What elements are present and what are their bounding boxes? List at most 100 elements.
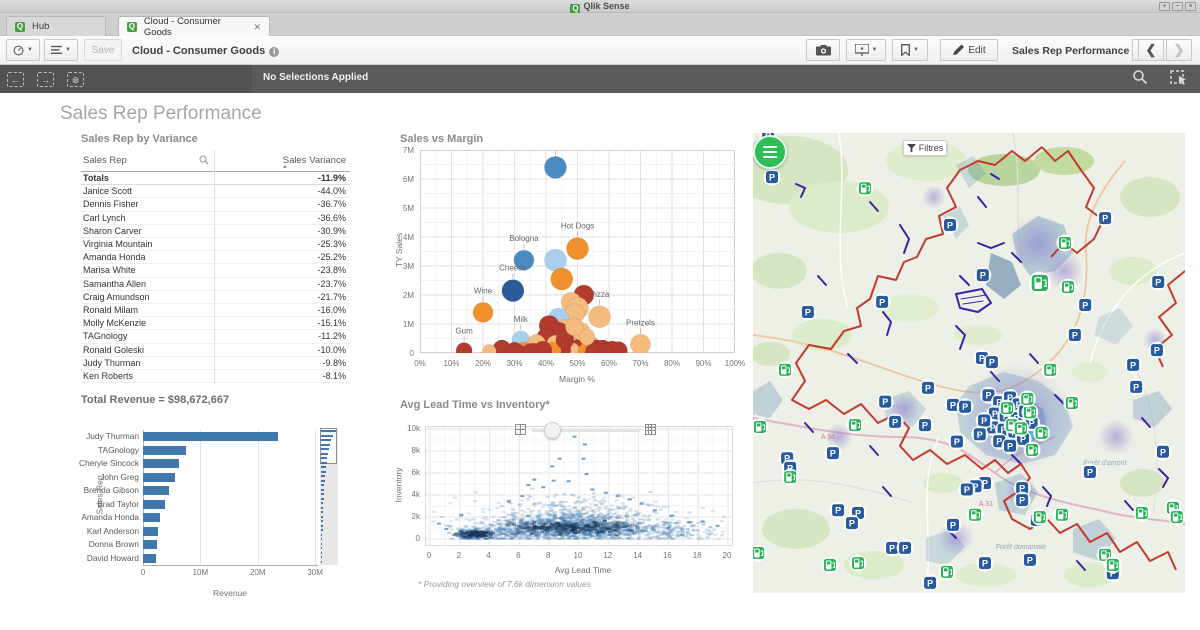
- parking-marker-icon[interactable]: P: [971, 426, 988, 443]
- ev-charger-marker-icon[interactable]: [967, 506, 984, 523]
- sales-rep-cell[interactable]: Totals: [83, 173, 109, 183]
- table-row[interactable]: Craig Amundson-21.7%: [81, 291, 350, 304]
- bar[interactable]: [143, 554, 156, 563]
- step-forward-icon[interactable]: →: [37, 72, 54, 87]
- bar-category-label[interactable]: Judy Thurman: [59, 430, 139, 444]
- parking-marker-icon[interactable]: P: [1128, 378, 1145, 395]
- parking-marker-icon[interactable]: P: [830, 502, 847, 519]
- map-panel[interactable]: A 38A 31Forêt d'amontForêt domaniale PPP…: [753, 133, 1185, 593]
- save-button[interactable]: Save: [84, 39, 122, 61]
- parking-marker-icon[interactable]: P: [1148, 342, 1165, 359]
- bar[interactable]: [143, 540, 157, 549]
- ev-charger-marker-icon[interactable]: [1019, 390, 1036, 407]
- sales-rep-cell[interactable]: Sharon Carver: [83, 226, 142, 236]
- parking-marker-icon[interactable]: P: [919, 379, 936, 396]
- table-row[interactable]: Dennis Fisher-36.7%: [81, 198, 350, 211]
- sales-rep-cell[interactable]: Dennis Fisher: [83, 199, 139, 209]
- scatter-bubble[interactable]: [567, 238, 589, 260]
- minimize-icon[interactable]: +: [1159, 2, 1170, 11]
- ev-charger-marker-icon[interactable]: [1104, 556, 1121, 573]
- bookmarks-button[interactable]: ▼: [892, 39, 928, 61]
- parking-marker-icon[interactable]: P: [877, 393, 894, 410]
- parking-marker-icon[interactable]: P: [1077, 297, 1094, 314]
- clear-selections-icon[interactable]: ⊗: [67, 72, 84, 87]
- table-row[interactable]: Marisa White-23.8%: [81, 264, 350, 277]
- ev-charger-marker-icon[interactable]: [1042, 361, 1059, 378]
- sales-rep-cell[interactable]: Janice Scott: [83, 186, 132, 196]
- parking-marker-icon[interactable]: P: [1021, 551, 1038, 568]
- table-row[interactable]: Totals-11.9%: [81, 172, 350, 185]
- parking-marker-icon[interactable]: P: [1066, 326, 1083, 343]
- bar[interactable]: [143, 500, 165, 509]
- bar-category-label[interactable]: David Howard: [59, 552, 139, 566]
- sales-rep-cell[interactable]: Ken Roberts: [83, 371, 133, 381]
- parking-marker-icon[interactable]: P: [1014, 492, 1031, 509]
- sales-vs-margin-chart[interactable]: Fresh VegetablesHot DogsBolognaCheeseWin…: [420, 150, 735, 353]
- sales-rep-cell[interactable]: Craig Amundson: [83, 292, 150, 302]
- parking-marker-icon[interactable]: P: [1097, 210, 1114, 227]
- parking-marker-icon[interactable]: P: [824, 445, 841, 462]
- table-row[interactable]: Molly McKenzie-15.1%: [81, 317, 350, 330]
- bar[interactable]: [143, 446, 186, 455]
- ev-charger-marker-icon[interactable]: [938, 563, 955, 580]
- ev-charger-marker-icon[interactable]: [753, 544, 767, 561]
- ev-charger-marker-icon[interactable]: [846, 417, 863, 434]
- bar-chart-minimap-scrollbar[interactable]: [320, 428, 338, 565]
- column-header-sales-variance[interactable]: Sales Variance: [283, 155, 346, 166]
- ev-charger-marker-icon[interactable]: [1028, 271, 1051, 294]
- table-row[interactable]: Virginia Mountain-25.3%: [81, 238, 350, 251]
- bar-category-label[interactable]: Cheryle Sincock: [59, 457, 139, 471]
- next-sheet-button[interactable]: ❯: [1166, 39, 1192, 61]
- map-menu-button[interactable]: [753, 135, 787, 169]
- parking-marker-icon[interactable]: P: [945, 516, 962, 533]
- sales-rep-cell[interactable]: Ronald Goleski: [83, 345, 144, 355]
- parking-marker-icon[interactable]: P: [1125, 356, 1142, 373]
- table-row[interactable]: Ken Roberts-8.1%: [81, 370, 350, 383]
- bar[interactable]: [143, 432, 278, 441]
- scatter-bubble[interactable]: [502, 280, 524, 302]
- parking-marker-icon[interactable]: P: [843, 515, 860, 532]
- sales-rep-cell[interactable]: Molly McKenzie: [83, 318, 146, 328]
- table-row[interactable]: Carl Lynch-36.6%: [81, 212, 350, 225]
- sales-rep-cell[interactable]: Carl Lynch: [83, 213, 126, 223]
- table-row[interactable]: Judy Thurman-9.8%: [81, 357, 350, 370]
- compression-fine-icon[interactable]: [645, 424, 656, 435]
- ev-charger-marker-icon[interactable]: [1012, 420, 1029, 437]
- prev-sheet-button[interactable]: ❮: [1138, 39, 1164, 61]
- scatter-bubble[interactable]: [551, 268, 573, 290]
- ev-charger-marker-icon[interactable]: [782, 469, 799, 486]
- bar-category-label[interactable]: Karl Anderson: [59, 525, 139, 539]
- scatter-bubble[interactable]: [589, 306, 611, 328]
- table-row[interactable]: Amanda Honda-25.2%: [81, 251, 350, 264]
- tab-app[interactable]: Q Cloud - Consumer Goods ✕: [118, 16, 270, 37]
- search-icon[interactable]: [199, 155, 209, 165]
- scatter-bubble[interactable]: [473, 302, 493, 322]
- ev-charger-marker-icon[interactable]: [1031, 509, 1048, 526]
- ev-charger-marker-icon[interactable]: [1059, 279, 1076, 296]
- table-row[interactable]: Ronald Milam-16.0%: [81, 304, 350, 317]
- bar-category-label[interactable]: Donna Brown: [59, 538, 139, 552]
- selections-tool-icon[interactable]: [1170, 69, 1188, 85]
- map-filter-button[interactable]: Filtres: [903, 140, 947, 156]
- edit-button[interactable]: Edit: [940, 39, 998, 61]
- parking-marker-icon[interactable]: P: [957, 398, 974, 415]
- scatter-bubble[interactable]: [631, 334, 651, 353]
- parking-marker-icon[interactable]: P: [897, 539, 914, 556]
- ev-charger-marker-icon[interactable]: [1133, 504, 1150, 521]
- bar[interactable]: [143, 527, 158, 536]
- compression-slider-handle[interactable]: [544, 422, 561, 439]
- parking-marker-icon[interactable]: P: [974, 267, 991, 284]
- sales-rep-cell[interactable]: Virginia Mountain: [83, 239, 152, 249]
- compression-coarse-icon[interactable]: [515, 424, 526, 435]
- parking-marker-icon[interactable]: P: [887, 413, 904, 430]
- parking-marker-icon[interactable]: P: [976, 555, 993, 572]
- ev-charger-marker-icon[interactable]: [1056, 234, 1073, 251]
- ev-charger-marker-icon[interactable]: [776, 361, 793, 378]
- parking-marker-icon[interactable]: P: [948, 433, 965, 450]
- parking-marker-icon[interactable]: P: [922, 574, 939, 591]
- table-row[interactable]: Samantha Allen-23.7%: [81, 278, 350, 291]
- ev-charger-marker-icon[interactable]: [753, 418, 768, 435]
- sales-rep-cell[interactable]: Ronald Milam: [83, 305, 138, 315]
- tab-hub[interactable]: Q Hub: [6, 16, 106, 36]
- parking-marker-icon[interactable]: P: [799, 303, 816, 320]
